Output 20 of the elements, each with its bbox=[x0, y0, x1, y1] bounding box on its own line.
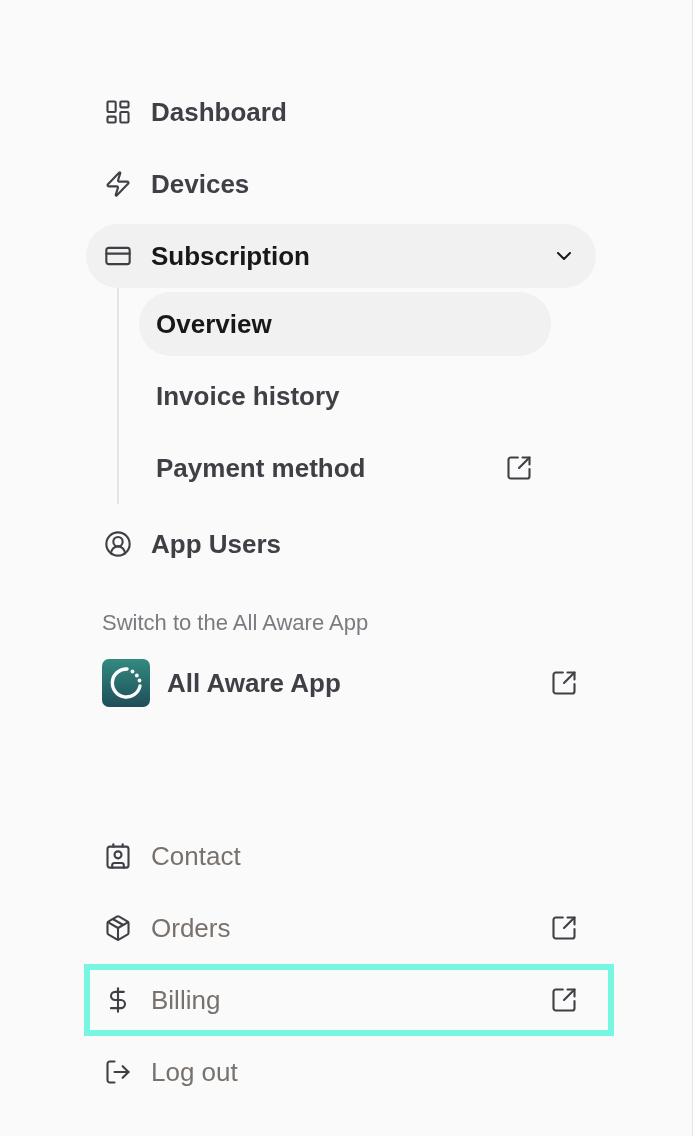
footer-link[interactable]: Contact bbox=[84, 820, 614, 892]
section-heading: Switch to the All Aware App bbox=[102, 609, 370, 637]
footer-link[interactable]: Orders bbox=[84, 892, 614, 964]
app-logo-icon bbox=[102, 659, 150, 707]
nav-item[interactable]: Subscription bbox=[86, 224, 596, 288]
user-circle-icon bbox=[104, 530, 132, 558]
log-out-icon bbox=[104, 1058, 132, 1086]
submenu-item[interactable]: Payment method bbox=[139, 436, 551, 500]
nav-item[interactable]: App Users bbox=[86, 512, 596, 576]
package-icon bbox=[104, 914, 132, 942]
dashboard-icon bbox=[104, 98, 132, 126]
nav-item[interactable]: Devices bbox=[86, 152, 596, 216]
contact-card-icon bbox=[104, 842, 132, 870]
submenu-item[interactable]: Overview bbox=[139, 292, 551, 356]
lightning-icon bbox=[104, 170, 132, 198]
nav-item[interactable]: Dashboard bbox=[86, 80, 596, 144]
submenu-item[interactable]: Invoice history bbox=[139, 364, 551, 428]
footer-link[interactable]: Log out bbox=[84, 1036, 614, 1108]
app-link[interactable]: All Aware App bbox=[102, 659, 578, 707]
footer-link[interactable]: Billing bbox=[84, 964, 614, 1036]
